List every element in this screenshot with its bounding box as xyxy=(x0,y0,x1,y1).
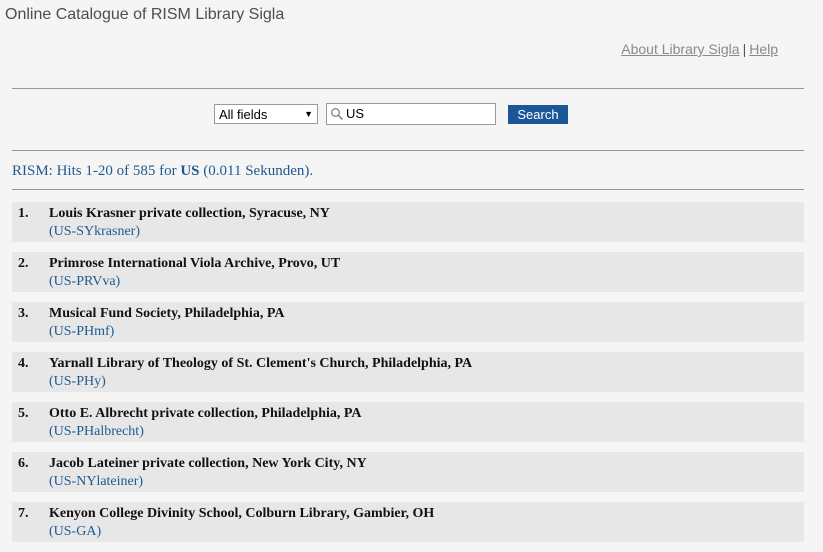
result-name[interactable]: Louis Krasner private collection, Syracu… xyxy=(49,206,330,222)
result-siglum: (US-PRVva) xyxy=(49,274,121,289)
field-select[interactable]: All fields ▼ xyxy=(214,104,318,124)
result-name[interactable]: Primrose International Viola Archive, Pr… xyxy=(49,256,340,272)
result-siglum: (US-PHalbrecht) xyxy=(49,424,144,439)
divider xyxy=(12,189,804,190)
result-siglum: (US-SYkrasner) xyxy=(49,224,140,239)
search-button[interactable]: Search xyxy=(508,104,568,124)
result-number: 1. xyxy=(18,206,29,221)
result-name[interactable]: Otto E. Albrecht private collection, Phi… xyxy=(49,406,362,422)
result-siglum: (US-GA) xyxy=(49,524,102,539)
result-name[interactable]: Jacob Lateiner private collection, New Y… xyxy=(49,456,367,472)
result-number: 3. xyxy=(18,306,29,321)
summary-prefix: RISM: Hits 1-20 of 585 for xyxy=(12,163,177,179)
top-links: About Library Sigla | Help xyxy=(621,41,778,57)
search-input[interactable]: US xyxy=(326,103,496,125)
divider xyxy=(12,88,804,89)
results-summary: RISM: Hits 1-20 of 585 for US (0.011 Sek… xyxy=(12,163,313,180)
result-number: 5. xyxy=(18,406,29,421)
result-item[interactable]: 1. Louis Krasner private collection, Syr… xyxy=(12,202,804,242)
results-list: 1. Louis Krasner private collection, Syr… xyxy=(12,202,804,552)
result-name[interactable]: Yarnall Library of Theology of St. Cleme… xyxy=(49,356,472,372)
summary-suffix: (0.011 Sekunden). xyxy=(203,163,314,179)
help-link[interactable]: Help xyxy=(749,41,778,57)
dropdown-arrow-icon: ▼ xyxy=(304,109,313,119)
result-name[interactable]: Kenyon College Divinity School, Colburn … xyxy=(49,506,434,522)
field-select-value: All fields xyxy=(219,106,268,122)
result-item[interactable]: 4. Yarnall Library of Theology of St. Cl… xyxy=(12,352,804,392)
result-item[interactable]: 7. Kenyon College Divinity School, Colbu… xyxy=(12,502,804,542)
search-icon xyxy=(331,108,344,121)
site-title: Online Catalogue of RISM Library Sigla xyxy=(5,6,285,23)
result-siglum: (US-NYlateiner) xyxy=(49,474,144,489)
result-number: 6. xyxy=(18,456,29,471)
result-siglum: (US-PHy) xyxy=(49,374,106,389)
result-item[interactable]: 2. Primrose International Viola Archive,… xyxy=(12,252,804,292)
search-query: US xyxy=(346,106,365,121)
result-name[interactable]: Musical Fund Society, Philadelphia, PA xyxy=(49,306,284,322)
result-number: 7. xyxy=(18,506,29,521)
result-number: 4. xyxy=(18,356,29,371)
result-siglum: (US-PHmf) xyxy=(49,324,115,339)
divider xyxy=(12,150,804,151)
result-item[interactable]: 6. Jacob Lateiner private collection, Ne… xyxy=(12,452,804,492)
about-library-sigla-link[interactable]: About Library Sigla xyxy=(621,41,739,57)
summary-term: US xyxy=(180,163,200,179)
link-separator: | xyxy=(742,41,747,57)
result-number: 2. xyxy=(18,256,29,271)
search-bar: All fields ▼ US Search xyxy=(214,103,568,125)
result-item[interactable]: 3. Musical Fund Society, Philadelphia, P… xyxy=(12,302,804,342)
result-item[interactable]: 5. Otto E. Albrecht private collection, … xyxy=(12,402,804,442)
